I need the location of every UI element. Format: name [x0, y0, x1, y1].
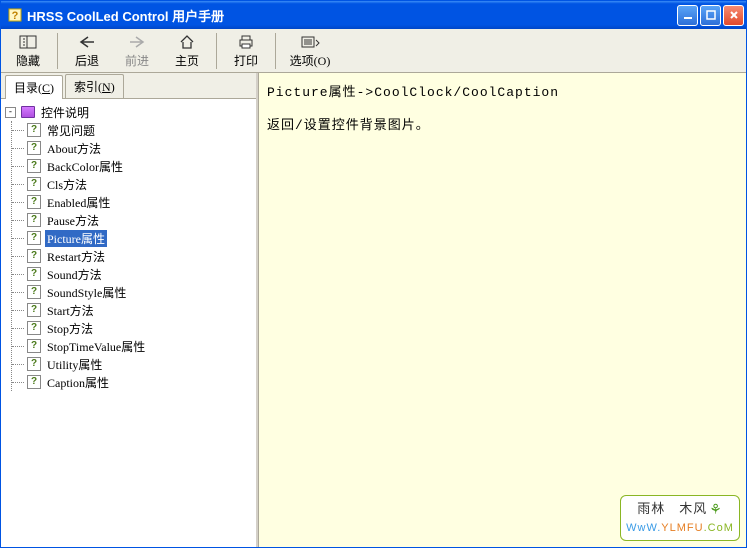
tree-item-label: Caption属性 [45, 374, 111, 391]
question-icon: ? [26, 231, 42, 245]
tree-view[interactable]: - 控件说明 ?常见问题?About方法?BackColor属性?Cls方法?E… [1, 99, 256, 547]
question-icon: ? [26, 303, 42, 317]
watermark: 雨林 木风⚘ WwW.YLMFU.CoM [620, 495, 740, 541]
tree-item[interactable]: ?Start方法 [12, 301, 254, 319]
home-icon [177, 33, 197, 51]
question-icon: ? [26, 321, 42, 335]
minimize-button[interactable] [677, 5, 698, 26]
tree-item-label: Utility属性 [45, 356, 104, 373]
tree-item-label: 常见问题 [45, 122, 97, 139]
options-icon [300, 33, 320, 51]
leaf-icon: ⚘ [709, 498, 723, 520]
content-body: 返回/设置控件背景图片。 [267, 116, 738, 137]
question-icon: ? [26, 159, 42, 173]
question-icon: ? [26, 123, 42, 137]
tab-index[interactable]: 索引(N) [65, 74, 124, 98]
print-button[interactable]: 打印 [223, 31, 269, 71]
tree-item[interactable]: ?Cls方法 [12, 175, 254, 193]
tree-item-label: SoundStyle属性 [45, 284, 128, 301]
navigation-pane: 目录(C) 索引(N) - 控件说明 ?常见问题?About方法?BackCol… [1, 73, 258, 547]
tree-item[interactable]: ?BackColor属性 [12, 157, 254, 175]
maximize-button[interactable] [700, 5, 721, 26]
tree-item[interactable]: ?Utility属性 [12, 355, 254, 373]
question-icon: ? [26, 195, 42, 209]
tree-item[interactable]: ?Caption属性 [12, 373, 254, 391]
tree-item[interactable]: ?Restart方法 [12, 247, 254, 265]
tree-item[interactable]: ?SoundStyle属性 [12, 283, 254, 301]
options-button[interactable]: 选项(O) [282, 31, 338, 71]
tree-item-label: About方法 [45, 140, 103, 157]
question-icon: ? [26, 375, 42, 389]
toolbar: 隐藏 后退 前进 主页 打印 选项(O) [1, 29, 746, 73]
window-title: HRSS CoolLed Control 用户手册 [27, 6, 224, 25]
tree-item-label: Cls方法 [45, 176, 89, 193]
content-pane: Picture属性->CoolClock/CoolCaption 返回/设置控件… [258, 73, 746, 547]
tree-item[interactable]: ?Picture属性 [12, 229, 254, 247]
back-button[interactable]: 后退 [64, 31, 110, 71]
tree-item-label: Enabled属性 [45, 194, 112, 211]
tree-item[interactable]: ?常见问题 [12, 121, 254, 139]
back-icon [77, 33, 97, 51]
book-open-icon [20, 105, 36, 119]
tree-item[interactable]: ?StopTimeValue属性 [12, 337, 254, 355]
tree-item-label: Restart方法 [45, 248, 107, 265]
question-icon: ? [26, 141, 42, 155]
tree-item-label: Picture属性 [45, 230, 107, 247]
forward-icon [127, 33, 147, 51]
tree-item-label: Sound方法 [45, 266, 104, 283]
question-icon: ? [26, 249, 42, 263]
tree-item-label: Start方法 [45, 302, 96, 319]
app-icon: ? [7, 7, 23, 23]
question-icon: ? [26, 267, 42, 281]
tree-root[interactable]: - 控件说明 [3, 103, 254, 121]
tree-item[interactable]: ?Pause方法 [12, 211, 254, 229]
tree-item-label: Pause方法 [45, 212, 101, 229]
tree-item[interactable]: ?Enabled属性 [12, 193, 254, 211]
close-button[interactable] [723, 5, 744, 26]
question-icon: ? [26, 177, 42, 191]
question-icon: ? [26, 357, 42, 371]
collapse-icon[interactable]: - [5, 107, 16, 118]
question-icon: ? [26, 285, 42, 299]
home-button[interactable]: 主页 [164, 31, 210, 71]
question-icon: ? [26, 213, 42, 227]
tree-item-label: BackColor属性 [45, 158, 125, 175]
svg-text:?: ? [12, 10, 19, 22]
hide-icon [18, 33, 38, 51]
tree-item-label: StopTimeValue属性 [45, 338, 147, 355]
tree-item-label: Stop方法 [45, 320, 95, 337]
titlebar: ? HRSS CoolLed Control 用户手册 [1, 1, 746, 29]
print-icon [236, 33, 256, 51]
question-icon: ? [26, 339, 42, 353]
tree-item[interactable]: ?Sound方法 [12, 265, 254, 283]
tree-item[interactable]: ?Stop方法 [12, 319, 254, 337]
content-title: Picture属性->CoolClock/CoolCaption [267, 83, 738, 104]
hide-button[interactable]: 隐藏 [5, 31, 51, 71]
tree-item[interactable]: ?About方法 [12, 139, 254, 157]
forward-button[interactable]: 前进 [114, 31, 160, 71]
tab-contents[interactable]: 目录(C) [5, 75, 63, 99]
